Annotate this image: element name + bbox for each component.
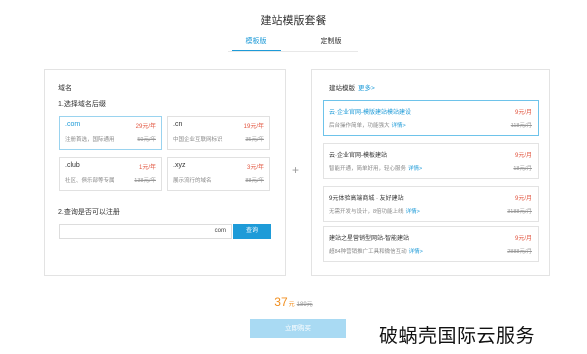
domain-old-price: 59元/年 — [137, 137, 156, 143]
domain-price: 3元/年 — [246, 165, 264, 171]
domain-step2-label: 2.查询是否可以注册 — [58, 209, 120, 216]
domain-desc: 注册首选，国际通用 — [65, 137, 115, 143]
template-old-price: 18元/月 — [513, 166, 532, 172]
domain-old-price: 88元/年 — [245, 178, 264, 184]
template-desc: 智能开通，简单好用，轻心服务 — [329, 166, 407, 172]
template-name: 云·企业官网-模版建站模站建设 — [329, 110, 411, 116]
domain-price: 29元/年 — [135, 124, 156, 130]
buy-now-button[interactable]: 立即购买 — [250, 319, 346, 338]
template-detail-link[interactable]: 详情> — [392, 123, 406, 129]
template-option-3[interactable]: 9元体验高端商城 · 友好建站 无需开发与设计，8倍功能上线 详情> 9元/月 3… — [323, 186, 539, 222]
tab-custom[interactable]: 定制版 — [307, 36, 356, 51]
domain-option-club[interactable]: .club 1元/年 社区、俱乐部等专属 138元/年 — [59, 157, 162, 191]
template-old-price: 2888元/月 — [507, 249, 532, 255]
template-sub: 无需开发与设计，8倍功能上线 详情> — [329, 207, 420, 215]
domain-desc: 中国企业互联网标识 — [173, 137, 223, 143]
template-sub: 超84种营销推广工具和微信互动 详情> — [329, 247, 423, 255]
template-option-4[interactable]: 建站之星营销型网站-智能建站 超84种营销推广工具和微信互动 详情> 9元/月 2… — [323, 226, 539, 262]
total-price: 37元 189元 — [0, 293, 587, 311]
domain-desc: 社区、俱乐部等专属 — [65, 178, 115, 184]
domain-suffix: .cn — [173, 121, 183, 128]
template-price: 9元/月 — [514, 110, 532, 116]
domain-desc: 展示流行的域名 — [173, 178, 212, 184]
template-desc: 后台操作简单，功能强大 — [329, 123, 390, 129]
domain-input-suffix: com — [214, 228, 226, 234]
template-detail-link[interactable]: 详情> — [406, 209, 420, 215]
domain-old-price: 138元/年 — [134, 178, 156, 184]
template-sub: 后台操作简单，功能强大 详情> — [329, 121, 406, 129]
total-original-price: 189元 — [296, 302, 313, 308]
domain-option-com[interactable]: .com 29元/年 注册首选，国际通用 59元/年 — [59, 116, 162, 150]
tabs-divider — [228, 51, 358, 52]
domain-search-input[interactable]: com — [59, 224, 232, 239]
template-section-header: 建站模版 更多> — [329, 82, 375, 92]
domain-section-title: 域名 — [58, 85, 72, 92]
template-price: 9元/月 — [514, 236, 532, 242]
template-price: 9元/月 — [514, 196, 532, 202]
tab-template[interactable]: 模板版 — [231, 36, 281, 51]
template-old-price: 118元/月 — [510, 123, 532, 129]
more-templates-link[interactable]: 更多> — [358, 85, 375, 92]
template-desc: 无需开发与设计，8倍功能上线 — [329, 209, 404, 215]
template-name: 建站之星营销型网站-智能建站 — [329, 236, 409, 242]
template-detail-link[interactable]: 详情> — [409, 249, 423, 255]
total-amount: 37 — [274, 295, 288, 309]
template-section-title: 建站模版 — [329, 85, 355, 92]
template-name: 9元体验高端商城 · 友好建站 — [329, 196, 404, 202]
template-name: 云·企业官网-模板建站 — [329, 153, 387, 159]
page-title: 建站模版套餐 — [260, 15, 327, 27]
watermark-text: 破蜗壳国际云服务 — [379, 325, 536, 347]
total-unit: 元 — [288, 302, 295, 308]
template-sub: 智能开通，简单好用，轻心服务 详情> — [329, 164, 422, 172]
domain-old-price: 35元/年 — [245, 137, 264, 143]
package-tabs: 模板版 定制版 — [0, 36, 587, 51]
domain-option-xyz[interactable]: .xyz 3元/年 展示流行的域名 88元/年 — [167, 157, 270, 191]
domain-price: 1元/年 — [138, 165, 156, 171]
template-option-2[interactable]: 云·企业官网-模板建站 智能开通，简单好用，轻心服务 详情> 9元/月 18元/月 — [323, 143, 539, 179]
template-desc: 超84种营销推广工具和微信互动 — [329, 249, 407, 255]
plus-icon: + — [292, 163, 300, 177]
template-old-price: 3188元/月 — [507, 209, 532, 215]
query-button[interactable]: 查询 — [233, 224, 271, 239]
template-detail-link[interactable]: 详情> — [408, 166, 422, 172]
domain-suffix: .xyz — [173, 162, 186, 169]
template-option-1[interactable]: 云·企业官网-模版建站模站建设 后台操作简单，功能强大 详情> 9元/月 118元… — [323, 100, 539, 136]
template-price: 9元/月 — [514, 153, 532, 159]
domain-step1-label: 1.选择域名后缀 — [58, 101, 106, 108]
domain-price: 19元/年 — [243, 124, 264, 130]
domain-suffix: .club — [65, 162, 80, 169]
domain-option-cn[interactable]: .cn 19元/年 中国企业互联网标识 35元/年 — [167, 116, 270, 150]
domain-suffix: .com — [65, 121, 81, 128]
